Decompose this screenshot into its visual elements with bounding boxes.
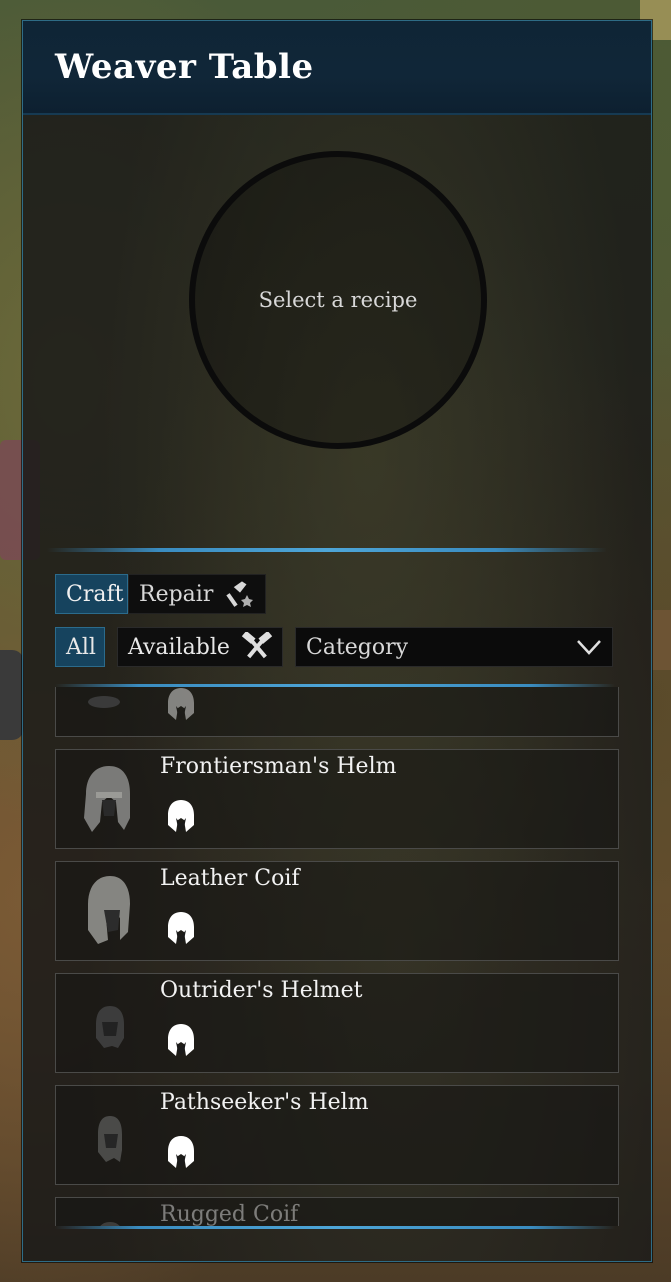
recipe-thumbnail xyxy=(74,986,144,1062)
recipe-name: Rugged Coif xyxy=(160,1202,299,1226)
recipe-item[interactable]: Leather Coif xyxy=(55,861,619,961)
category-dropdown-label: Category xyxy=(306,634,409,660)
tab-repair-label: Repair xyxy=(139,581,214,607)
recipe-name: Outrider's Helmet xyxy=(160,978,363,1003)
recipe-thumbnail xyxy=(74,687,144,726)
recipe-thumbnail xyxy=(74,762,144,838)
recipe-item[interactable]: Rugged Coif xyxy=(55,1197,619,1226)
recipe-item[interactable]: Frontiersman's Helm xyxy=(55,749,619,849)
helmet-slot-icon xyxy=(166,910,196,946)
recipe-list[interactable]: Frontiersman's Helm Leather Coif Outride… xyxy=(55,687,621,1226)
recipe-item[interactable] xyxy=(55,687,619,737)
tab-craft-label: Craft xyxy=(66,581,124,607)
tab-craft[interactable]: Craft xyxy=(55,574,128,614)
helmet-slot-icon xyxy=(166,687,196,722)
recipe-name: Leather Coif xyxy=(160,866,300,891)
category-dropdown[interactable]: Category xyxy=(295,627,613,667)
recipe-name: Frontiersman's Helm xyxy=(160,754,397,779)
recipe-preview-slot: Select a recipe xyxy=(189,151,487,449)
helmet-slot-icon xyxy=(166,1134,196,1170)
helmet-slot-icon xyxy=(166,798,196,834)
filter-available-label: Available xyxy=(128,634,230,660)
section-divider xyxy=(47,548,607,552)
filter-all-label: All xyxy=(66,634,96,660)
filter-all[interactable]: All xyxy=(55,627,105,667)
filter-available[interactable]: Available xyxy=(117,627,283,667)
crafting-panel: Weaver Table Select a recipe Craft Repai… xyxy=(22,20,652,1262)
preview-placeholder-text: Select a recipe xyxy=(258,288,418,312)
tab-repair[interactable]: Repair xyxy=(128,574,266,614)
list-bottom-border xyxy=(55,1226,615,1229)
panel-header: Weaver Table xyxy=(23,21,651,115)
helmet-slot-icon xyxy=(166,1022,196,1058)
recipe-item[interactable]: Pathseeker's Helm xyxy=(55,1085,619,1185)
recipe-name: Pathseeker's Helm xyxy=(160,1090,369,1115)
recipe-thumbnail xyxy=(74,1210,144,1226)
crossed-hammers-icon xyxy=(240,632,274,662)
chevron-down-icon xyxy=(576,638,602,656)
recipe-thumbnail xyxy=(74,1098,144,1174)
recipe-item[interactable]: Outrider's Helmet xyxy=(55,973,619,1073)
panel-title: Weaver Table xyxy=(55,47,314,87)
recipe-thumbnail xyxy=(74,874,144,950)
repair-hammer-icon xyxy=(225,579,255,609)
